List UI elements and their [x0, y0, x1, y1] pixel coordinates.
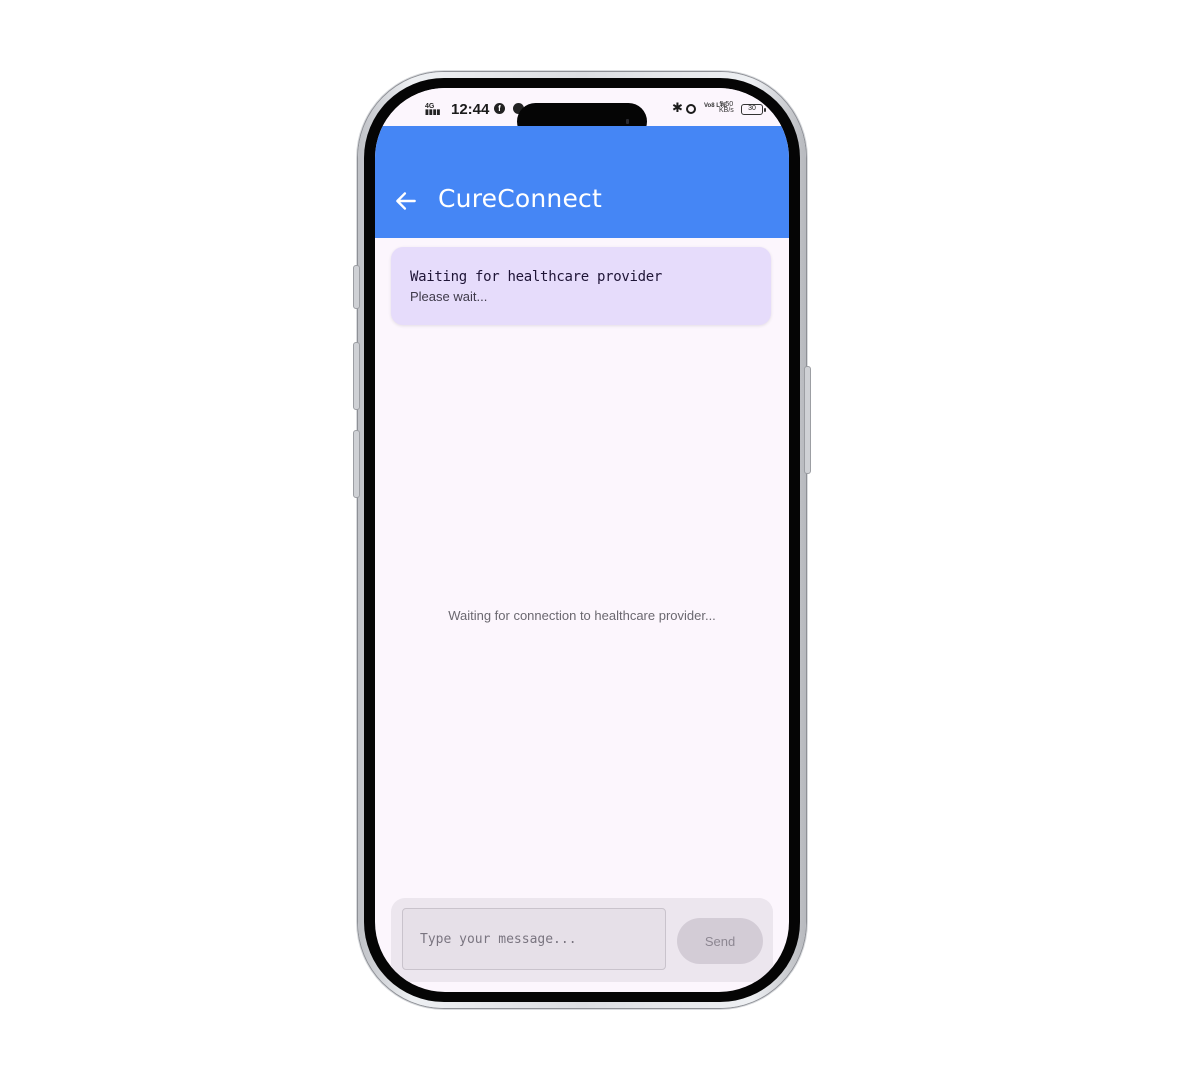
- action-button: [353, 265, 360, 309]
- waiting-status-card: Waiting for healthcare provider Please w…: [391, 247, 771, 325]
- send-button[interactable]: Send: [677, 918, 763, 964]
- status-card-title: Waiting for healthcare provider: [410, 269, 662, 285]
- facebook-icon: f: [494, 103, 505, 114]
- empty-chat-message: Waiting for connection to healthcare pro…: [448, 608, 716, 623]
- network-speed: 5.50 KB/s: [719, 101, 734, 114]
- status-card-subtitle: Please wait...: [410, 289, 488, 304]
- clock: 12:44: [451, 101, 490, 118]
- phone-screen: 4G ▮▮▮▮ 12:44 f ✱ Vo8 LTE 5.50 KB/s 30 Cu…: [375, 88, 789, 992]
- network-indicator: 4G ▮▮▮▮: [425, 103, 441, 116]
- arrow-left-icon[interactable]: [393, 188, 419, 214]
- message-composer: Send: [391, 898, 773, 982]
- alarm-icon: [686, 104, 696, 114]
- volume-down-button: [353, 430, 360, 498]
- message-input[interactable]: [402, 908, 666, 970]
- volume-up-button: [353, 342, 360, 410]
- app-bar: CureConnect: [375, 126, 789, 238]
- app-title: CureConnect: [438, 184, 602, 213]
- bluetooth-icon: ✱: [672, 100, 683, 115]
- camera-dot: [626, 119, 629, 124]
- power-button: [804, 366, 811, 474]
- battery-icon: 30: [741, 104, 766, 115]
